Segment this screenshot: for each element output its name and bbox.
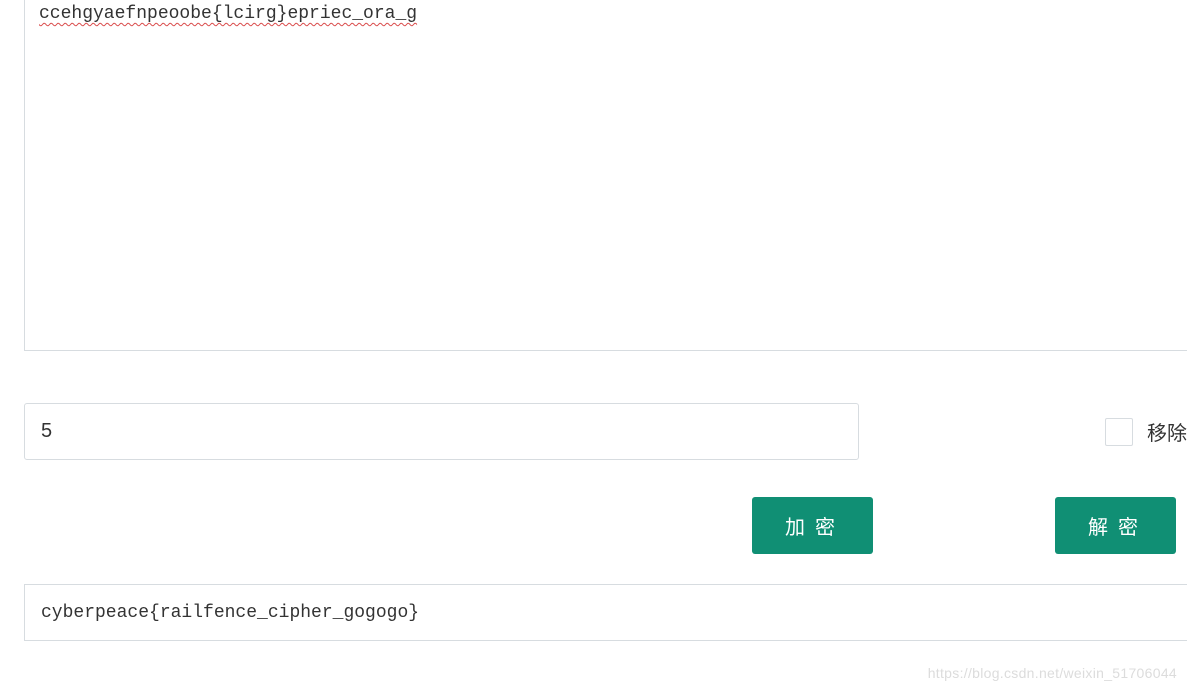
encrypt-button[interactable]: 加密	[752, 497, 873, 554]
remove-checkbox-label: 移除	[1147, 417, 1187, 446]
key-input[interactable]	[24, 403, 859, 460]
plaintext-output[interactable]	[24, 584, 1187, 641]
action-buttons-row: 加密 解密	[24, 497, 1187, 554]
remove-checkbox[interactable]	[1105, 418, 1133, 446]
watermark-text: https://blog.csdn.net/weixin_51706044	[928, 665, 1177, 681]
decrypt-button[interactable]: 解密	[1055, 497, 1176, 554]
key-row: 移除	[24, 403, 1187, 460]
ciphertext-input[interactable]: ccehgyaefnpeoobe{lcirg}epriec_ora_g	[24, 0, 1187, 351]
remove-option: 移除	[1105, 417, 1187, 446]
